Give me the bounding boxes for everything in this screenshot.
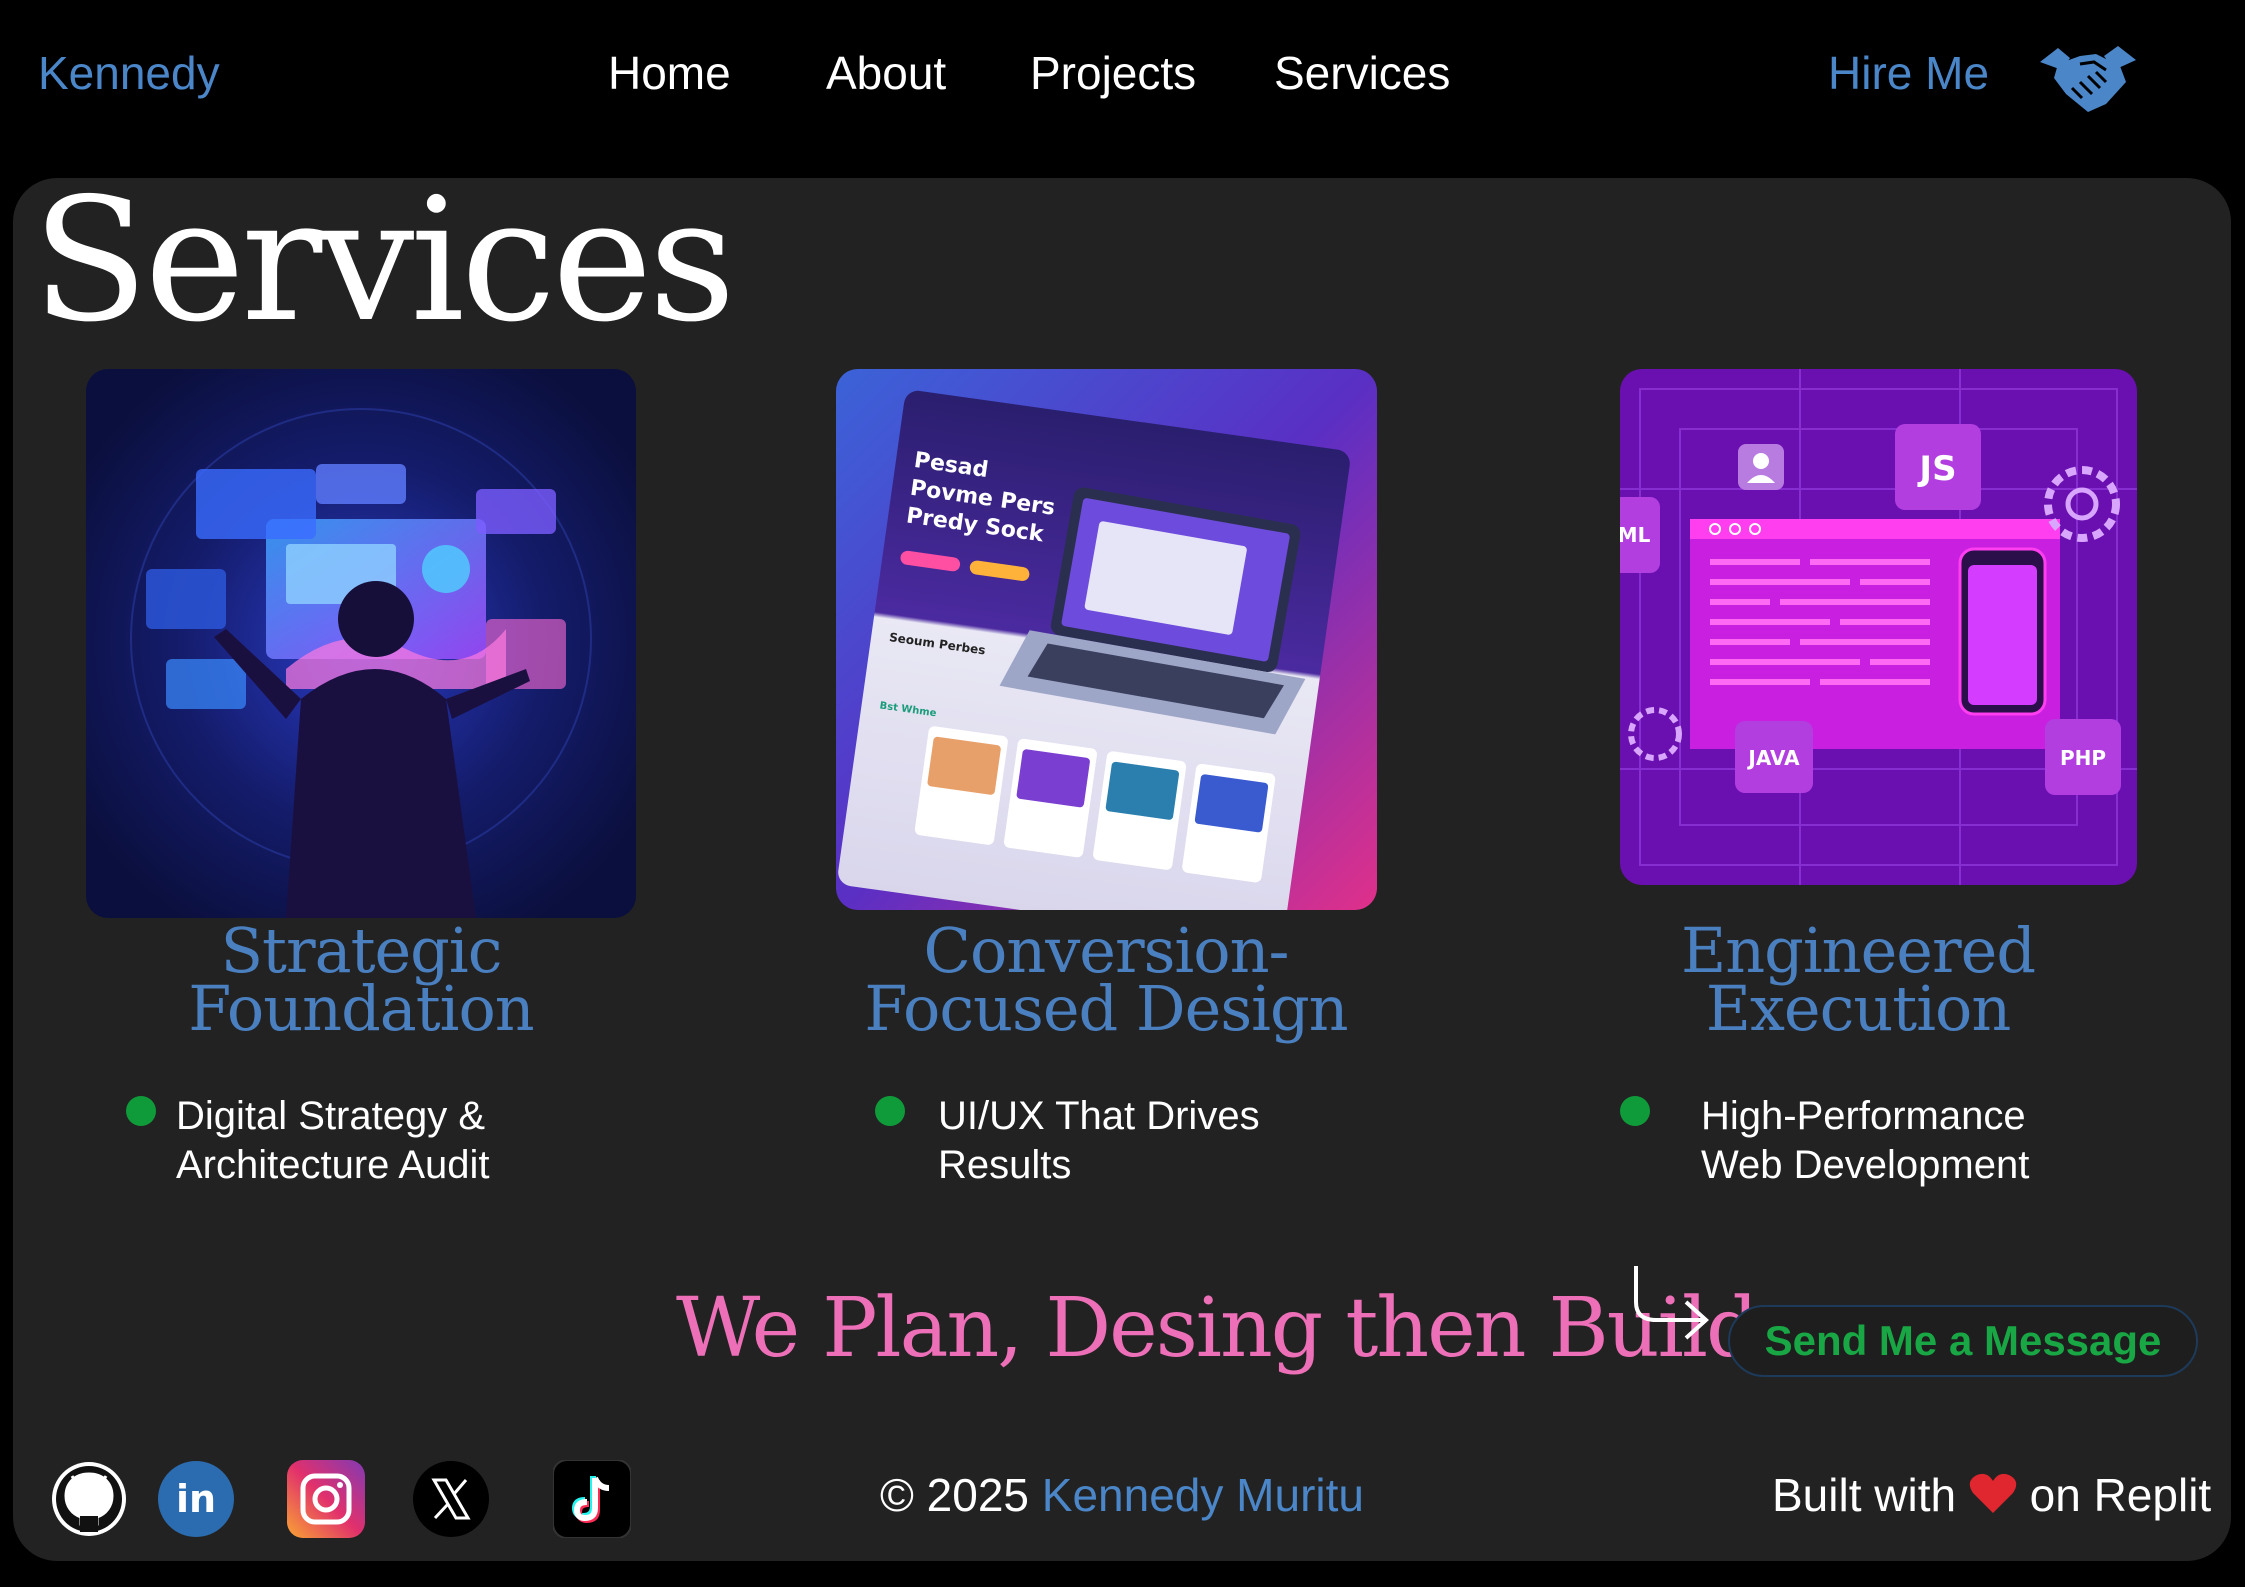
x-icon[interactable] [412,1460,490,1538]
top-nav: Kennedy Home About Projects Services Hir… [0,0,2245,170]
brand-logo-text[interactable]: Kennedy [38,46,220,100]
instagram-icon[interactable] [287,1460,365,1538]
heart-icon [1969,1473,2017,1513]
ml-badge: ML [1620,523,1651,547]
github-icon[interactable] [50,1460,128,1538]
bullet-line: Results [938,1143,1072,1187]
copyright-name-link[interactable]: Kennedy Muritu [1042,1469,1364,1521]
conversion-design-image: Pesad Povme Pers Predy Sock Seoum Perbes… [836,369,1377,910]
card-title-engineered-execution: Engineered Execution [1558,920,2158,1045]
tiktok-icon[interactable] [553,1460,631,1538]
send-message-button[interactable]: Send Me a Message [1728,1305,2198,1377]
card-title-line: Foundation [188,972,534,1045]
nav-link-projects[interactable]: Projects [1030,46,1196,100]
linkedin-icon[interactable]: in [157,1460,235,1538]
built-suffix: on Replit [2016,1469,2212,1521]
nav-link-services[interactable]: Services [1274,46,1450,100]
service-bullet-uiux: UI/UX That Drives Results [938,1092,1260,1190]
built-with-credit: Built with on Replit [1772,1468,2211,1522]
handshake-icon[interactable] [2036,40,2140,118]
bullet-line: Digital Strategy & [176,1094,486,1138]
php-badge: PHP [2060,746,2106,770]
bullet-line: Web Development [1701,1143,2030,1187]
bullet-dot-icon [126,1096,156,1126]
service-bullet-strategy: Digital Strategy & Architecture Audit [176,1092,490,1190]
service-bullet-webdev: High-Performance Web Development [1701,1092,2029,1190]
card-title-conversion-design: Conversion- Focused Design [806,920,1406,1045]
bullet-line: High-Performance [1701,1094,2026,1138]
tagline: We Plan, Desing then Build [676,1281,1759,1376]
card-title-line: Focused Design [864,972,1348,1045]
card-title-strategic-foundation: Strategic Foundation [61,920,661,1045]
java-badge: JAVA [1746,746,1800,770]
bullet-dot-icon [875,1096,905,1126]
js-badge: JS [1917,449,1956,489]
bullet-line: UI/UX That Drives [938,1094,1260,1138]
card-title-line: Execution [1705,972,2012,1045]
engineered-execution-image: JS ML JAVA PHP [1620,369,2137,885]
copyright: © 2025 Kennedy Muritu [880,1468,1364,1522]
curved-arrow-icon [1630,1262,1712,1340]
strategic-foundation-image [86,369,636,918]
page-title: Services [32,162,736,360]
copyright-prefix: © 2025 [880,1469,1042,1521]
bullet-dot-icon [1620,1096,1650,1126]
nav-link-about[interactable]: About [826,46,946,100]
hire-me-link[interactable]: Hire Me [1828,46,1989,100]
nav-link-home[interactable]: Home [608,46,731,100]
bullet-line: Architecture Audit [176,1143,490,1187]
svg-text:in: in [176,1477,216,1521]
built-prefix: Built with [1772,1469,1969,1521]
